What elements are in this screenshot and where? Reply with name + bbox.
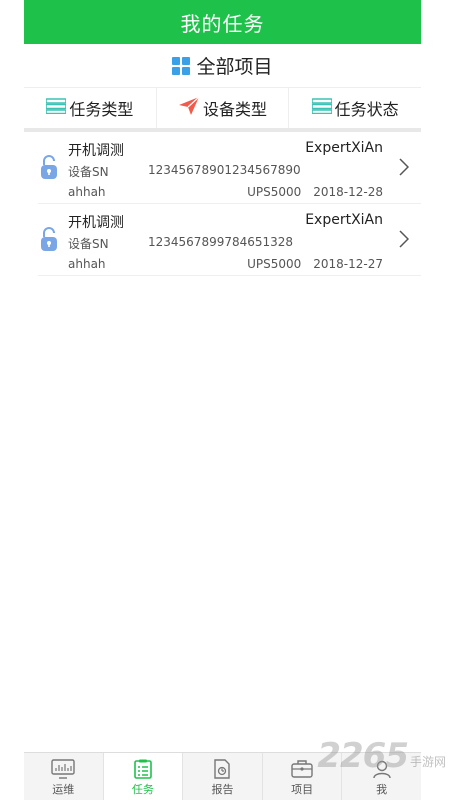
filter-device-type[interactable]: 设备类型 [157, 88, 290, 128]
task-date: 2018-12-28 [313, 185, 383, 199]
filter-task-status-label: 任务状态 [334, 100, 399, 119]
app-screen: 我的任务 全部项目 任务类型 设备类型 任务状态 开机调测 ExpertXiAn… [24, 0, 421, 800]
tab-tasks-label: 任务 [131, 783, 154, 796]
task-user: ahhah [68, 185, 106, 199]
lock-icon [40, 226, 58, 256]
list-icon [45, 98, 68, 118]
site-watermark: 2265 手游网 [317, 736, 446, 776]
task-list-item[interactable]: 开机调测 ExpertXiAn 设备SN 1234567899784651328… [38, 204, 421, 276]
task-date: 2018-12-27 [313, 257, 383, 271]
filter-bar: 任务类型 设备类型 任务状态 [24, 88, 421, 132]
device-sn-value: 12345678901234567890 [148, 163, 301, 177]
task-list-icon [134, 759, 152, 779]
list-icon [310, 98, 333, 118]
task-user: ahhah [68, 257, 106, 271]
device-sn-value: 1234567899784651328 [148, 235, 294, 249]
tab-tasks[interactable]: 任务 [103, 753, 184, 800]
device-sn-label: 设备SN [68, 165, 109, 179]
grid-icon [172, 56, 191, 75]
device-model: UPS5000 [247, 185, 302, 199]
project-selector-label: 全部项目 [196, 56, 273, 78]
paper-plane-icon [178, 96, 200, 120]
task-list: 开机调测 ExpertXiAn 设备SN 1234567890123456789… [24, 132, 421, 276]
device-model: UPS5000 [247, 257, 302, 271]
report-icon [214, 759, 231, 779]
tab-reports[interactable]: 报告 [183, 753, 263, 800]
task-list-item[interactable]: 开机调测 ExpertXiAn 设备SN 1234567890123456789… [38, 132, 421, 204]
filter-task-type-label: 任务类型 [69, 100, 134, 119]
monitor-icon [51, 759, 75, 779]
filter-task-status[interactable]: 任务状态 [289, 88, 421, 128]
task-owner: ExpertXiAn [305, 140, 383, 156]
tab-me-label: 我 [376, 783, 388, 796]
page-header: 我的任务 [24, 0, 421, 44]
project-selector[interactable]: 全部项目 [24, 44, 421, 88]
tab-operations-label: 运维 [52, 783, 75, 796]
chevron-right-icon [399, 230, 410, 252]
chevron-right-icon [399, 158, 410, 180]
task-title: 开机调测 [68, 215, 124, 231]
tab-operations[interactable]: 运维 [24, 753, 104, 800]
watermark-number: 2265 [317, 736, 409, 776]
device-sn-label: 设备SN [68, 237, 109, 251]
task-title: 开机调测 [68, 143, 124, 159]
page-title: 我的任务 [180, 11, 265, 36]
lock-icon [40, 154, 58, 184]
watermark-text: 手游网 [409, 755, 446, 769]
toolbox-icon [291, 760, 313, 778]
tab-projects-label: 项目 [291, 783, 314, 796]
tab-reports-label: 报告 [211, 783, 234, 796]
filter-device-type-label: 设备类型 [203, 100, 268, 119]
task-owner: ExpertXiAn [305, 212, 383, 228]
filter-task-type[interactable]: 任务类型 [24, 88, 157, 128]
